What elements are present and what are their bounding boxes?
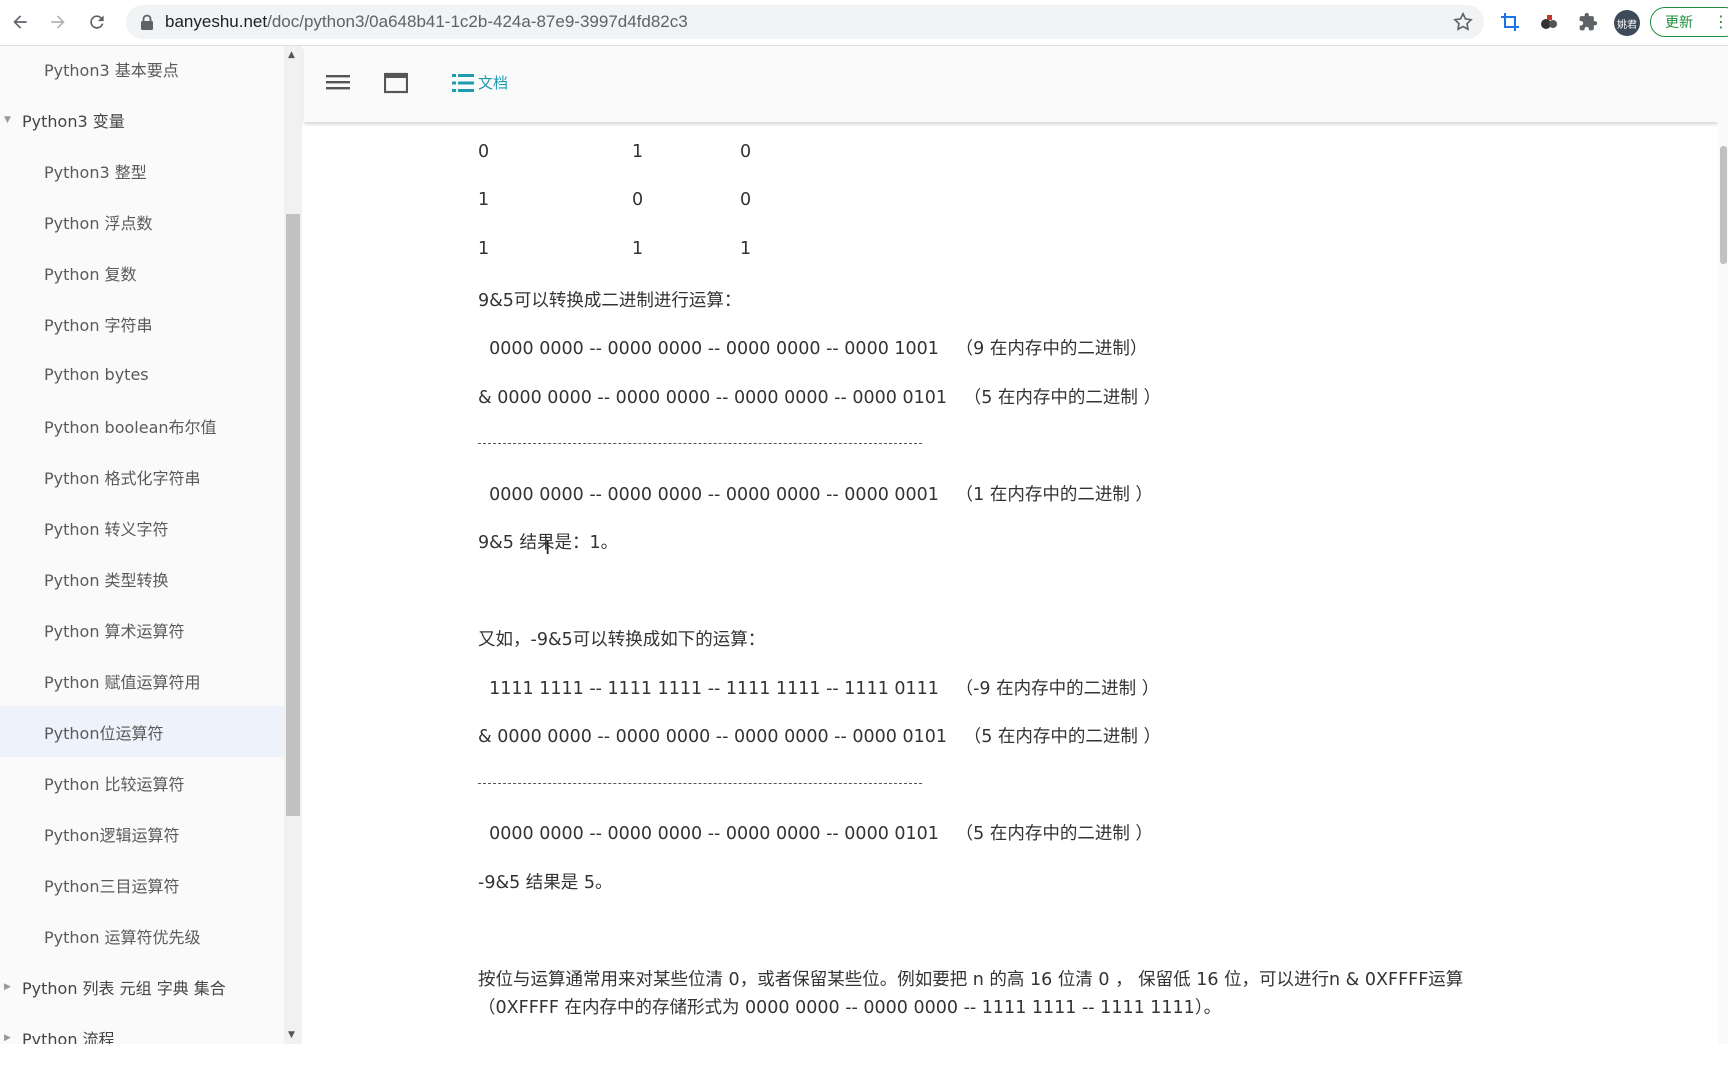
browser-toolbar: banyeshu.net/doc/python3/0a648b41-1c2b-4… [0, 0, 1728, 46]
sidebar-item[interactable]: Python boolean布尔值 [0, 400, 284, 451]
update-label: 更新 [1665, 15, 1693, 31]
sidebar-item[interactable]: Python 类型转换 [0, 553, 284, 604]
sidebar-item-label: Python 复数 [44, 264, 137, 284]
sidebar-item[interactable]: Python位运算符 [0, 706, 284, 757]
sidebar-item-label: Python3 变量 [22, 111, 125, 131]
sidebar-item[interactable]: ▼ Python3 变量 [0, 94, 284, 145]
sidebar-item-label: Python 列表 元组 字典 集合 [22, 978, 226, 998]
sidebar-item-label: Python 字符串 [44, 315, 153, 335]
sidebar-item[interactable]: ▶ Python 列表 元组 字典 集合 [0, 961, 284, 1012]
sidebar-item-label: Python 流程 [22, 1029, 115, 1045]
address-bar[interactable]: banyeshu.net/doc/python3/0a648b41-1c2b-4… [126, 5, 1484, 39]
doc-label: 文档 [478, 74, 509, 92]
truth-cell: 1 [632, 142, 644, 162]
caret-right-icon[interactable]: ▶ [4, 982, 11, 992]
truth-cell: 0 [740, 142, 752, 162]
sidebar-item-label: Python逻辑运算符 [44, 825, 180, 845]
truth-cell: 1 [478, 239, 490, 259]
sidebar-item-label: Python三目运算符 [44, 876, 180, 896]
sidebar-item[interactable]: Python 复数 [0, 247, 284, 298]
sidebar-scroll-thumb[interactable] [286, 214, 300, 816]
menu-icon[interactable] [326, 72, 350, 92]
binary-line: & 0000 0000 -- 0000 0000 -- 0000 0000 --… [478, 727, 1161, 747]
binary-line: 0000 0000 -- 0000 0000 -- 0000 0000 -- 0… [478, 339, 1148, 359]
sidebar-item-label: Python 算术运算符 [44, 621, 185, 641]
truth-cell: 0 [740, 190, 752, 210]
sidebar-item-label: Python boolean布尔值 [44, 417, 217, 437]
truth-cell: 1 [478, 190, 490, 210]
doc-sidebar: Python3 基本要点 ▼ Python3 变量 Python3 整型 Python … [0, 46, 284, 1044]
extension-icon[interactable] [1537, 10, 1561, 34]
sidebar-scrollbar[interactable]: ▲ ▼ [284, 46, 302, 1044]
sidebar-item[interactable]: Python3 整型 [0, 145, 284, 196]
binary-line: & 0000 0000 -- 0000 0000 -- 0000 0000 --… [478, 388, 1161, 408]
sidebar-item-label: Python 赋值运算符用 [44, 672, 201, 692]
sidebar-item-label: Python 类型转换 [44, 570, 169, 590]
sidebar-item[interactable]: Python 转义字符 [0, 502, 284, 553]
sidebar-item-label: Python3 基本要点 [44, 60, 179, 80]
main-scrollbar[interactable] [1718, 46, 1728, 1044]
binary-line: 0000 0000 -- 0000 0000 -- 0000 0000 -- 0… [478, 824, 1153, 844]
sidebar-item[interactable]: Python3 基本要点 [0, 46, 284, 94]
crop-icon[interactable] [1498, 10, 1522, 34]
sidebar-item[interactable]: Python 比较运算符 [0, 757, 284, 808]
binary-line: 1111 1111 -- 1111 1111 -- 1111 1111 -- 1… [478, 679, 1160, 699]
star-icon[interactable] [1452, 11, 1474, 33]
content-toolbar: 文档 [304, 46, 1718, 122]
truth-cell: 0 [478, 142, 490, 162]
sidebar-item-label: Python3 整型 [44, 162, 147, 182]
scroll-up-icon[interactable]: ▲ [288, 50, 295, 60]
paragraph: 9&5可以转换成二进制进行运算： [478, 291, 742, 311]
paragraph: 按位与运算通常用来对某些位清 0，或者保留某些位。例如要把 n 的高 16 位清… [478, 970, 1464, 990]
update-button[interactable]: 更新 ⋮ [1650, 7, 1728, 37]
forward-icon[interactable] [44, 8, 72, 36]
sidebar-item[interactable]: Python 算术运算符 [0, 604, 284, 655]
separator-line [478, 783, 922, 784]
sidebar-item-label: Python 格式化字符串 [44, 468, 201, 488]
paragraph: 又如，-9&5可以转换成如下的运算： [478, 630, 766, 650]
sidebar-item-label: Python 运算符优先级 [44, 927, 201, 947]
sidebar-item-label: Python bytes [44, 365, 149, 384]
truth-cell: 1 [632, 239, 644, 259]
profile-avatar[interactable]: 姚君 [1614, 10, 1640, 36]
sidebar-item[interactable]: Python 运算符优先级 [0, 910, 284, 961]
sidebar-item-label: Python 转义字符 [44, 519, 169, 539]
sidebar-item-label: Python位运算符 [44, 723, 164, 743]
truth-cell: 1 [740, 239, 752, 259]
window-icon[interactable] [384, 72, 408, 94]
sidebar-item[interactable]: Python 格式化字符串 [0, 451, 284, 502]
caret-right-icon[interactable]: ▶ [4, 1033, 11, 1043]
text-cursor-icon: I [545, 538, 551, 559]
sidebar-item[interactable]: Python逻辑运算符 [0, 808, 284, 859]
sidebar-item[interactable]: Python bytes [0, 349, 284, 400]
separator-line [478, 443, 922, 444]
sidebar-item[interactable]: Python 浮点数 [0, 196, 284, 247]
bottom-area [0, 1044, 1728, 1080]
puzzle-icon[interactable] [1576, 10, 1600, 34]
sidebar-item[interactable]: Python三目运算符 [0, 859, 284, 910]
scroll-down-icon[interactable]: ▼ [288, 1030, 295, 1040]
url-text[interactable]: banyeshu.net/doc/python3/0a648b41-1c2b-4… [165, 12, 688, 32]
caret-down-icon[interactable]: ▼ [4, 115, 11, 125]
binary-line: 0000 0000 -- 0000 0000 -- 0000 0000 -- 0… [478, 485, 1153, 505]
sidebar-item[interactable]: Python 字符串 [0, 298, 284, 349]
paragraph: （0XFFFF 在内存中的存储形式为 0000 0000 -- 0000 000… [478, 998, 1222, 1018]
sidebar-item-label: Python 浮点数 [44, 213, 153, 233]
reload-icon[interactable] [83, 8, 111, 36]
back-icon[interactable] [6, 8, 34, 36]
doc-toc-button[interactable]: 文档 [452, 72, 508, 93]
sidebar-item[interactable]: Python 赋值运算符用 [0, 655, 284, 706]
sidebar-item[interactable]: ▶ Python 流程 [0, 1012, 284, 1045]
more-icon[interactable]: ⋮ [1713, 12, 1728, 31]
main-scroll-thumb[interactable] [1720, 146, 1727, 264]
lock-icon[interactable] [140, 14, 154, 30]
result-line: -9&5 结果是 5。 [478, 873, 613, 893]
truth-cell: 0 [632, 190, 644, 210]
list-icon [452, 73, 474, 92]
sidebar-item-label: Python 比较运算符 [44, 774, 185, 794]
